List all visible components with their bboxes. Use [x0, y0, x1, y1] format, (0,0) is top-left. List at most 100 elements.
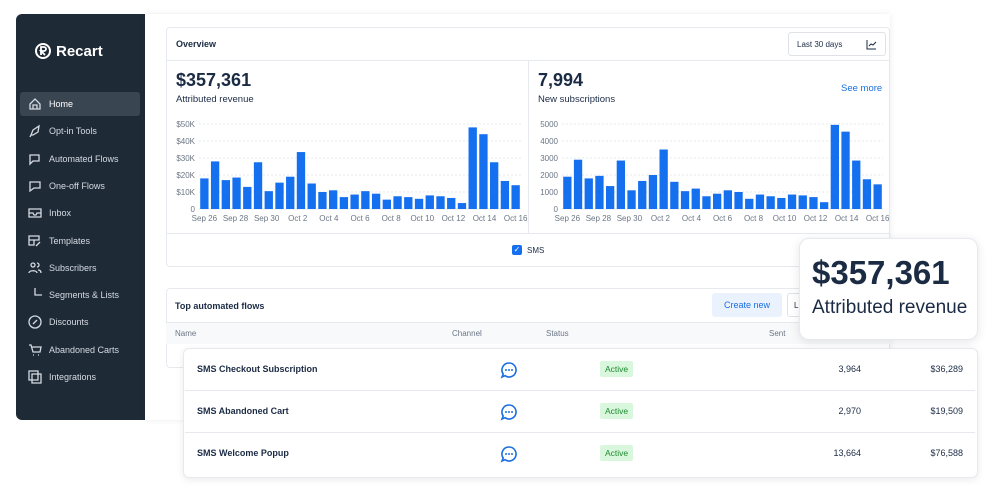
- bar[interactable]: [468, 127, 477, 209]
- bar[interactable]: [638, 180, 647, 209]
- x-tick-label: Oct 14: [835, 214, 859, 223]
- bar[interactable]: [766, 196, 775, 209]
- bar[interactable]: [361, 191, 370, 209]
- bar[interactable]: [425, 195, 434, 209]
- bar[interactable]: [584, 178, 593, 209]
- x-tick-label: Oct 8: [744, 214, 764, 223]
- bar[interactable]: [457, 203, 467, 209]
- sidebar-item-one-off-flows[interactable]: One-off Flows: [20, 174, 140, 198]
- bar[interactable]: [382, 199, 391, 209]
- bar[interactable]: [595, 175, 604, 209]
- sidebar-item-integrations[interactable]: Integrations: [20, 365, 140, 389]
- sms-legend-toggle[interactable]: ✓ SMS: [512, 245, 544, 255]
- bar[interactable]: [243, 186, 252, 209]
- column-status[interactable]: Status: [546, 329, 569, 338]
- bar[interactable]: [798, 195, 807, 209]
- bar[interactable]: [734, 192, 743, 209]
- table-row[interactable]: SMS Checkout Subscription Active 3,964 $…: [185, 349, 975, 391]
- date-range-select[interactable]: Last 30 days: [788, 32, 886, 56]
- bar[interactable]: [830, 124, 839, 209]
- bar[interactable]: [852, 160, 861, 209]
- bar[interactable]: [670, 181, 679, 209]
- y-tick-label: 2000: [540, 171, 558, 180]
- y-tick-label: 4000: [540, 137, 558, 146]
- bar[interactable]: [777, 197, 786, 209]
- bar[interactable]: [221, 180, 230, 209]
- bar[interactable]: [841, 131, 850, 209]
- bar[interactable]: [339, 197, 349, 209]
- flow-name[interactable]: SMS Checkout Subscription: [197, 364, 318, 374]
- table-row[interactable]: SMS Welcome Popup Active 13,664 $76,588: [185, 433, 975, 475]
- bar[interactable]: [809, 197, 818, 209]
- bar[interactable]: [713, 193, 722, 209]
- bar[interactable]: [648, 175, 658, 209]
- pie-icon: [34, 288, 42, 296]
- bar[interactable]: [275, 182, 284, 209]
- bar[interactable]: [702, 196, 711, 209]
- bar[interactable]: [371, 193, 381, 209]
- sidebar-item-segments-lists[interactable]: Segments & Lists: [20, 283, 140, 307]
- bar[interactable]: [862, 179, 872, 209]
- bar[interactable]: [404, 197, 413, 209]
- bar[interactable]: [329, 190, 338, 209]
- bar[interactable]: [200, 178, 209, 209]
- sidebar-item-label: Opt-in Tools: [49, 126, 97, 137]
- bar[interactable]: [253, 162, 263, 209]
- bar[interactable]: [873, 184, 882, 209]
- bar[interactable]: [264, 191, 273, 209]
- bar[interactable]: [787, 194, 797, 209]
- sidebar-item-label: Integrations: [49, 372, 97, 382]
- column-name[interactable]: Name: [175, 329, 196, 338]
- create-new-button[interactable]: Create new: [712, 293, 782, 317]
- bar[interactable]: [755, 194, 765, 209]
- sidebar-item-subscribers[interactable]: Subscribers: [20, 256, 140, 280]
- sidebar-item-discounts[interactable]: Discounts: [20, 310, 140, 334]
- bar[interactable]: [286, 176, 295, 209]
- table-row[interactable]: SMS Abandoned Cart Active 2,970 $19,509: [185, 391, 975, 433]
- see-more-link[interactable]: See more: [841, 83, 882, 94]
- bar[interactable]: [414, 198, 424, 209]
- y-tick-label: $30K: [176, 154, 195, 163]
- bar[interactable]: [723, 190, 732, 209]
- bar[interactable]: [573, 159, 583, 209]
- bar[interactable]: [350, 194, 359, 209]
- sidebar-item-inbox[interactable]: Inbox: [20, 201, 140, 225]
- bar[interactable]: [500, 180, 510, 209]
- sidebar-item-home[interactable]: Home: [20, 92, 140, 116]
- bar[interactable]: [745, 198, 754, 209]
- bar[interactable]: [627, 190, 636, 209]
- flow-name[interactable]: SMS Abandoned Cart: [197, 406, 289, 416]
- bar[interactable]: [820, 202, 829, 209]
- bar[interactable]: [296, 152, 306, 209]
- flow-name[interactable]: SMS Welcome Popup: [197, 448, 289, 458]
- bar[interactable]: [318, 192, 327, 209]
- column-channel[interactable]: Channel: [452, 329, 482, 338]
- bar[interactable]: [490, 162, 499, 209]
- bar[interactable]: [393, 196, 402, 209]
- sidebar-item-abandoned-carts[interactable]: Abandoned Carts: [20, 338, 140, 362]
- logo[interactable]: Recart: [34, 42, 103, 60]
- sent-count: 13,664: [833, 448, 861, 458]
- divider: [166, 233, 890, 234]
- chat-send-icon: [29, 181, 41, 193]
- bar[interactable]: [563, 176, 572, 209]
- x-tick-label: Oct 2: [651, 214, 671, 223]
- bar[interactable]: [232, 177, 241, 209]
- bar[interactable]: [659, 149, 668, 210]
- bar[interactable]: [447, 197, 456, 209]
- bar[interactable]: [210, 161, 220, 209]
- bar[interactable]: [680, 191, 690, 209]
- bar[interactable]: [691, 188, 700, 209]
- sidebar-item-templates[interactable]: Templates: [20, 229, 140, 253]
- sidebar-item-opt-in-tools[interactable]: Opt-in Tools: [20, 119, 140, 143]
- bar[interactable]: [616, 160, 625, 209]
- bar[interactable]: [511, 185, 520, 209]
- bar[interactable]: [479, 134, 488, 209]
- sidebar-item-automated-flows[interactable]: Automated Flows: [20, 147, 140, 171]
- checkbox-checked-icon[interactable]: ✓: [512, 245, 522, 255]
- bar[interactable]: [606, 186, 615, 209]
- y-tick-label: $40K: [176, 137, 195, 146]
- bar[interactable]: [307, 183, 316, 210]
- column-sent[interactable]: Sent: [769, 329, 785, 338]
- bar[interactable]: [436, 196, 445, 209]
